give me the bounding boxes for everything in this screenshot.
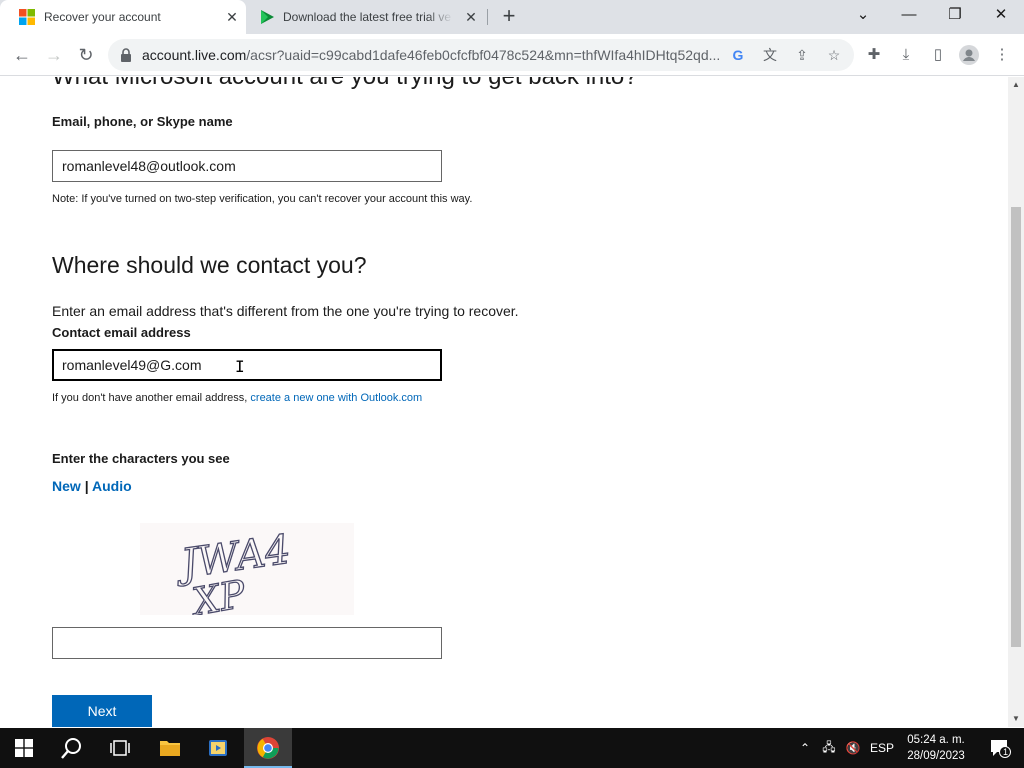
contact-intro-text: Enter an email address that's different …: [52, 303, 519, 319]
tab-title: Download the latest free trial ve: [283, 10, 452, 24]
back-button[interactable]: ←: [11, 44, 33, 66]
task-view-icon: [110, 740, 130, 756]
captcha-new-link[interactable]: New: [52, 478, 81, 494]
chrome-menu-icon[interactable]: ⋮: [992, 45, 1012, 65]
start-button[interactable]: [0, 728, 48, 768]
no-email-text: If you don't have another email address,: [52, 392, 248, 404]
volume-muted-icon[interactable]: 🔇: [842, 728, 864, 768]
chrome-icon: [257, 737, 279, 759]
address-bar[interactable]: account.live.com/acsr?uaid=c99cabd1dafe4…: [108, 39, 854, 71]
file-explorer-button[interactable]: [146, 728, 194, 768]
windows-logo-icon: [15, 739, 33, 757]
download-icon[interactable]: ⤓: [896, 45, 916, 65]
page-scrollbar[interactable]: ▲ ▼: [1008, 77, 1024, 727]
clock-date: 28/09/2023: [907, 750, 965, 762]
extensions-icon[interactable]: ✚: [864, 45, 884, 65]
bookmark-star-icon[interactable]: ☆: [825, 46, 843, 64]
contact-email-input[interactable]: [52, 349, 442, 381]
microsoft-logo-icon: [19, 9, 35, 25]
language-indicator[interactable]: ESP: [868, 728, 896, 768]
share-icon[interactable]: ⇪: [793, 46, 811, 64]
account-field-label: Email, phone, or Skype name: [52, 114, 233, 129]
system-clock[interactable]: 05:24 a. m. 28/09/2023: [896, 732, 976, 764]
contact-email-label: Contact email address: [52, 325, 191, 340]
new-tab-button[interactable]: +: [498, 5, 520, 28]
chrome-taskbar-button[interactable]: [244, 728, 292, 768]
restore-button[interactable]: ❐: [932, 0, 978, 30]
captcha-image: JWA4 XP: [140, 523, 354, 625]
show-hidden-icons-icon[interactable]: ⌃: [796, 728, 814, 768]
captcha-input[interactable]: [52, 627, 442, 659]
tab-title: Recover your account: [44, 10, 161, 24]
captcha-audio-link[interactable]: Audio: [92, 478, 132, 494]
url-host: account.live.com: [142, 47, 247, 63]
reload-button[interactable]: ↻: [75, 44, 97, 66]
contact-heading: Where should we contact you?: [52, 252, 367, 278]
notification-center-button[interactable]: 1: [980, 728, 1020, 768]
close-tab-icon[interactable]: ✕: [224, 9, 240, 25]
browser-toolbar: ← → ↻ account.live.com/acsr?uaid=c99cabd…: [0, 34, 1024, 76]
tab-separator: [487, 9, 488, 25]
text-cursor-icon: I: [235, 357, 245, 376]
close-tab-icon[interactable]: ✕: [463, 9, 479, 25]
network-icon[interactable]: 🖧: [818, 728, 840, 768]
media-player-icon: [209, 740, 227, 756]
captcha-separator: |: [84, 478, 89, 494]
tab-recover-account[interactable]: Recover your account ✕: [0, 0, 246, 34]
translate-icon[interactable]: 文: [761, 46, 779, 64]
notification-count: 1: [1003, 747, 1009, 757]
task-view-button[interactable]: [96, 728, 144, 768]
search-icon: [61, 738, 81, 759]
scroll-down-arrow-icon[interactable]: ▼: [1011, 714, 1021, 723]
no-email-note: If you don't have another email address,…: [52, 392, 422, 404]
folder-icon: [160, 741, 180, 756]
minimize-button[interactable]: —: [886, 0, 932, 30]
side-panel-icon[interactable]: ▯: [928, 45, 948, 65]
create-outlook-link[interactable]: create a new one with Outlook.com: [250, 392, 422, 404]
windows-taskbar: ⌃ 🖧 🔇 ESP 05:24 a. m. 28/09/2023 1: [0, 728, 1024, 768]
search-button[interactable]: [48, 728, 96, 768]
url-path: /acsr?uaid=c99cabd1dafe46feb0cfcfbf0478c…: [246, 47, 720, 63]
play-store-icon: [261, 10, 274, 24]
page-content: What Microsoft account are you trying to…: [0, 77, 1008, 727]
lock-icon[interactable]: [120, 48, 132, 62]
tab-strip: Recover your account ✕ Download the late…: [0, 0, 1024, 34]
captcha-options: New | Audio: [52, 478, 132, 494]
tab-search-icon[interactable]: ⌄: [840, 0, 886, 30]
tab-download-trial[interactable]: Download the latest free trial ve ✕: [246, 0, 488, 34]
url-text[interactable]: account.live.com/acsr?uaid=c99cabd1dafe4…: [142, 47, 720, 63]
scroll-thumb[interactable]: [1011, 207, 1021, 647]
account-heading: What Microsoft account are you trying to…: [52, 77, 638, 91]
forward-button[interactable]: →: [43, 44, 65, 66]
scroll-up-arrow-icon[interactable]: ▲: [1011, 80, 1021, 89]
two-step-note: Note: If you've turned on two-step verif…: [52, 193, 473, 205]
profile-avatar-icon[interactable]: [959, 45, 979, 65]
clock-time: 05:24 a. m.: [907, 734, 965, 746]
close-window-button[interactable]: ✕: [978, 0, 1024, 30]
captcha-label: Enter the characters you see: [52, 451, 230, 466]
media-player-button[interactable]: [194, 728, 242, 768]
account-email-input[interactable]: [52, 150, 442, 182]
google-lens-icon[interactable]: G: [729, 46, 747, 64]
next-button[interactable]: Next: [52, 695, 152, 727]
